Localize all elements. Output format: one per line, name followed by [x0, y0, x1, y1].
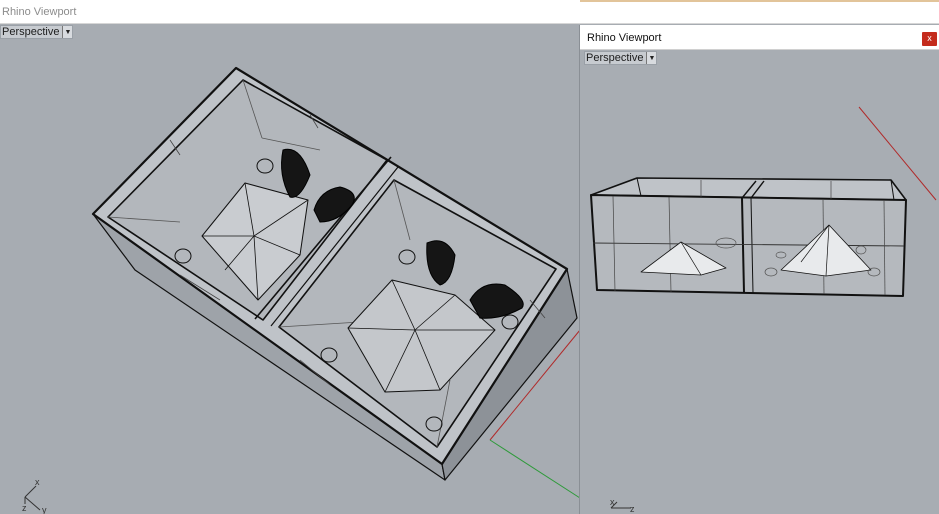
floating-viewport-canvas[interactable]: x z — [580, 25, 939, 514]
titlebar-accent-line — [580, 0, 939, 2]
float-axis-z-label: z — [630, 504, 635, 514]
floating-viewport-label[interactable]: Perspective ▼ — [584, 51, 658, 65]
main-titlebar: Rhino Viewport — [0, 0, 939, 24]
main-axis-y-label: y — [42, 505, 47, 514]
axis-gizmo-icon — [24, 485, 41, 511]
y-axis-line — [489, 439, 581, 499]
chevron-down-icon[interactable]: ▼ — [62, 26, 73, 38]
floating-viewport-label-text: Perspective — [586, 52, 644, 64]
main-window-title: Rhino Viewport — [2, 6, 77, 18]
float-axis-x-label: x — [610, 497, 615, 507]
main-axis-z-label: z — [22, 503, 27, 513]
mold-box-model[interactable] — [91, 66, 578, 481]
floating-viewport-window[interactable]: Rhino Viewport x x z Perspective ▼ — [579, 25, 939, 514]
main-axis-x-label: x — [35, 477, 40, 487]
main-viewport-label-text: Perspective — [2, 26, 60, 38]
floating-mold-box-model[interactable] — [590, 177, 907, 297]
main-viewport-label[interactable]: Perspective ▼ — [0, 25, 74, 39]
chevron-down-icon[interactable]: ▼ — [646, 52, 657, 64]
